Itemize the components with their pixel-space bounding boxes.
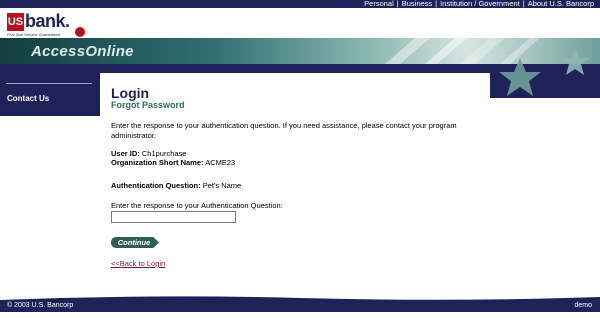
continue-button[interactable]: Continue (111, 237, 159, 248)
nav-separator: | (435, 0, 438, 8)
header-rule (100, 64, 490, 73)
page-title: Login (111, 85, 150, 101)
user-id-label: User ID: (111, 149, 140, 158)
question-value: Pet's Name (202, 181, 242, 190)
answer-input[interactable] (111, 211, 236, 223)
question-label: Authentication Question: (111, 181, 201, 190)
nav-business[interactable]: Business (402, 0, 432, 8)
logo-mark: US (7, 13, 24, 31)
user-id-row: User ID: Ch1purchase (111, 149, 186, 158)
sidebar (0, 64, 100, 116)
answer-prompt: Enter the response to your Authenticatio… (111, 201, 283, 210)
mode-label: demo (574, 302, 592, 309)
sidebar-divider (6, 83, 92, 84)
copyright: © 2003 U.S. Bancorp (7, 302, 74, 309)
nav-separator: | (396, 0, 399, 8)
back-to-login-link[interactable]: <<Back to Login (111, 259, 165, 268)
top-nav: Personal | Business | Institution / Governme… (364, 0, 594, 8)
usbank-logo[interactable]: US bank. Five Star Service Guaranteed (7, 11, 95, 37)
banner-title: AccessOnline (31, 43, 134, 60)
question-row: Authentication Question: Pet's Name (111, 181, 241, 190)
contact-us-link[interactable]: Contact Us (7, 94, 49, 103)
logo-tagline: Five Star Service Guaranteed (7, 32, 60, 37)
footer (0, 300, 600, 312)
logo-wordmark: bank. (25, 11, 70, 31)
user-id-value: Ch1purchase (141, 149, 187, 158)
star-decoration (499, 48, 590, 96)
page-subtitle: Forgot Password (111, 100, 185, 110)
nav-institution[interactable]: Institution / Government (440, 0, 520, 8)
seal-icon (75, 27, 85, 37)
org-value: ACME23 (205, 158, 236, 167)
org-row: Organization Short Name: ACME23 (111, 158, 235, 167)
nav-separator: | (522, 0, 525, 8)
instructions: Enter the response to your authenticatio… (111, 121, 457, 140)
org-label: Organization Short Name: (111, 158, 204, 167)
nav-about[interactable]: About U.S. Bancorp (528, 0, 594, 8)
nav-personal[interactable]: Personal (364, 0, 394, 8)
